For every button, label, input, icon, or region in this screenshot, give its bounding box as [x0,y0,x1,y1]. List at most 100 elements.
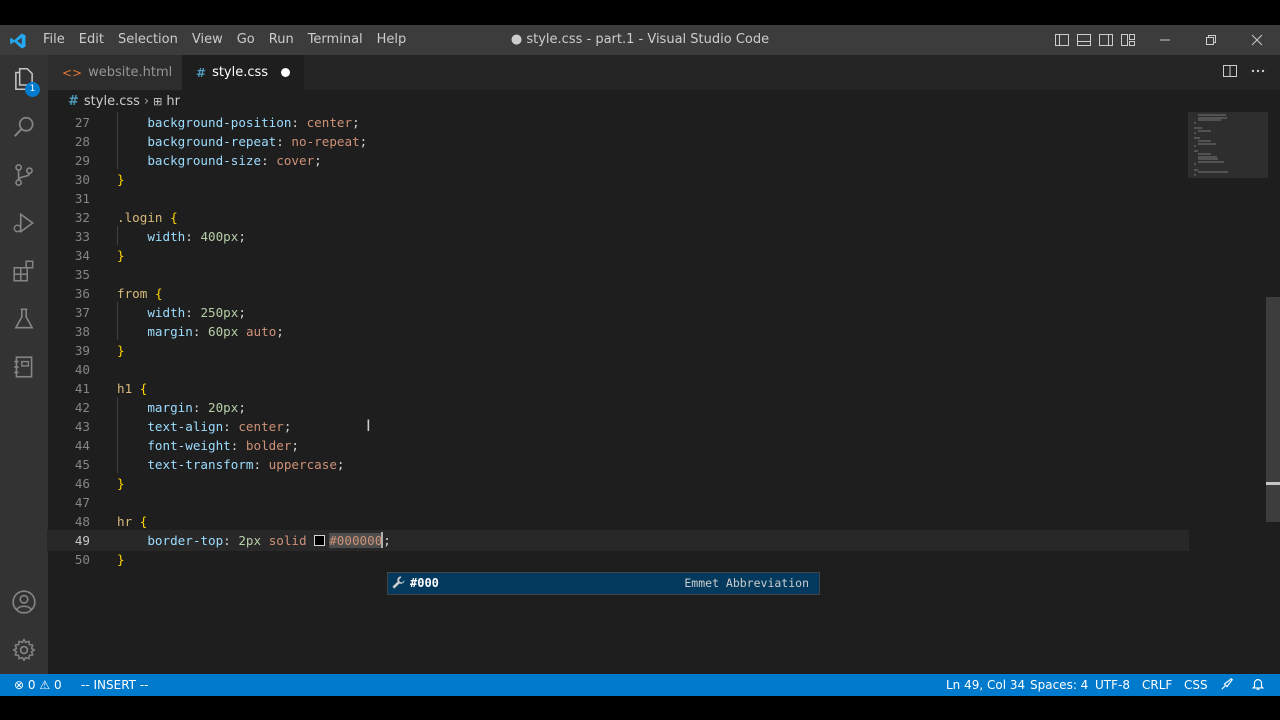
minimap-line [1194,163,1196,166]
search-button[interactable] [0,103,48,151]
line-number: 42 [74,400,90,415]
code-line[interactable]: 48 hr { [48,512,1188,531]
source-control-icon [15,164,33,186]
line-code: margin: 60px auto; [147,324,284,339]
line-code: background-size: cover; [147,153,322,168]
line-number: 40 [74,362,90,377]
code-line[interactable]: 43 text-align: center; [48,417,1188,436]
unsaved-dot-icon[interactable] [281,68,290,77]
restore-button[interactable] [1188,25,1234,55]
breadcrumb-symbol[interactable]: hr [166,94,180,109]
language-mode[interactable]: CSS [1184,674,1208,696]
line-code: width: 250px; [147,305,246,320]
extensions-button[interactable] [0,247,48,295]
warning-icon: ⚠ [39,678,51,692]
code-line[interactable]: 35 [48,265,1188,284]
run-debug-button[interactable] [0,199,48,247]
minimap-line [1194,121,1196,124]
explorer-badge: 1 [25,82,40,97]
code-line[interactable]: 38 margin: 60px auto; [48,322,1188,341]
line-number: 49 [74,533,90,548]
line-number: 38 [74,324,90,339]
html-file-icon: <> [62,65,83,80]
code-line[interactable]: 45 text-transform: uppercase; [48,455,1188,474]
status-bar: ⊗ 0 ⚠ 0 -- INSERT -- Ln 49, Col 34 Space… [0,674,1280,696]
line-number: 39 [74,343,90,358]
vertical-scrollbar-thumb[interactable] [1266,297,1280,522]
code-line[interactable]: 41 h1 { [48,379,1188,398]
color-swatch-icon[interactable] [314,535,326,546]
minimap-line [1198,171,1228,174]
line-code: .login { [117,210,178,225]
tab-website-html[interactable]: <> website.html [48,55,182,90]
customize-layout-icon[interactable] [1120,32,1136,48]
activity-bar: 1 [0,55,48,674]
close-window-button[interactable] [1234,25,1280,55]
notebook-button[interactable] [0,343,48,391]
toggle-primary-sidebar-icon[interactable] [1054,32,1070,48]
line-code: } [117,248,125,263]
code-line[interactable]: 40 [48,360,1188,379]
minimap-line [1198,129,1211,132]
tab-label: style.css [212,65,269,80]
code-line-current[interactable]: 49 border-top: 2px solid #000000; [47,530,1189,551]
code-editor[interactable]: 50} 49 border-top: 2px solid #000000; 48 hr… [47,112,1280,674]
suggestion-widget[interactable]: #000 Emmet Abbreviation [387,572,820,595]
line-code: text-transform: uppercase; [147,457,345,472]
minimap-line [1194,173,1196,176]
code-line[interactable]: 32 .login { [48,208,1188,227]
code-line[interactable]: 44 font-weight: bolder; [48,436,1188,455]
suggestion-label: #000 [410,576,439,590]
more-actions-icon[interactable] [1250,63,1266,83]
code-line[interactable]: 33 width: 400px; [48,227,1188,246]
line-number: 34 [74,248,90,263]
minimap-line [1198,160,1224,163]
manage-button[interactable] [0,626,48,674]
suggestion-item[interactable]: #000 Emmet Abbreviation [388,573,819,594]
code-line[interactable]: 34} [48,246,1188,265]
code-line[interactable]: 30} [48,170,1188,189]
wrench-icon [392,576,405,589]
code-line[interactable]: 46} [48,474,1188,493]
beaker-icon [14,308,34,329]
feedback-icon[interactable] [1220,674,1234,696]
line-code: } [117,343,125,358]
split-editor-icon[interactable] [1222,63,1238,83]
cursor-position[interactable]: Ln 49, Col 34 [946,674,1025,696]
css-file-icon: # [196,65,207,80]
code-line[interactable]: 37 width: 250px; [48,303,1188,322]
code-line[interactable]: 50} [48,550,1188,569]
title-bar: File Edit Selection View Go Run Terminal Help ●… [0,25,1280,55]
source-control-button[interactable] [0,151,48,199]
indentation[interactable]: Spaces: 4 [1030,674,1088,696]
toggle-panel-icon[interactable] [1076,32,1092,48]
css-file-icon: # [68,93,79,109]
accounts-button[interactable] [0,578,48,626]
tab-style-css[interactable]: # style.css [182,55,304,90]
code-line[interactable]: 29 background-size: cover; [48,151,1188,170]
minimap[interactable] [1188,112,1268,182]
layout-controls [1054,32,1136,48]
code-line[interactable]: 31 [48,189,1188,208]
encoding[interactable]: UTF-8 [1095,674,1130,696]
code-line[interactable]: 27 background-position: center; [48,113,1188,132]
notifications-bell-icon[interactable] [1251,674,1265,696]
line-number: 44 [74,438,90,453]
line-code: text-align: center; [147,419,292,434]
line-number: 48 [74,514,90,529]
code-line[interactable]: 42 margin: 20px; [48,398,1188,417]
breadcrumb-file[interactable]: style.css [84,94,140,109]
minimize-button[interactable] [1142,25,1188,55]
code-line[interactable]: 47 [48,493,1188,512]
code-line[interactable]: 36 from { [48,284,1188,303]
line-number: 43 [74,419,90,434]
explorer-button[interactable]: 1 [0,55,48,103]
code-line[interactable]: 39} [48,341,1188,360]
toggle-secondary-sidebar-icon[interactable] [1098,32,1114,48]
code-line[interactable]: 28 background-repeat: no-repeat; [48,132,1188,151]
problems-indicator[interactable]: ⊗ 0 ⚠ 0 [14,674,62,696]
testing-button[interactable] [0,295,48,343]
line-endings[interactable]: CRLF [1142,674,1172,696]
line-code: hr { [117,514,148,529]
line-code: margin: 20px; [147,400,246,415]
